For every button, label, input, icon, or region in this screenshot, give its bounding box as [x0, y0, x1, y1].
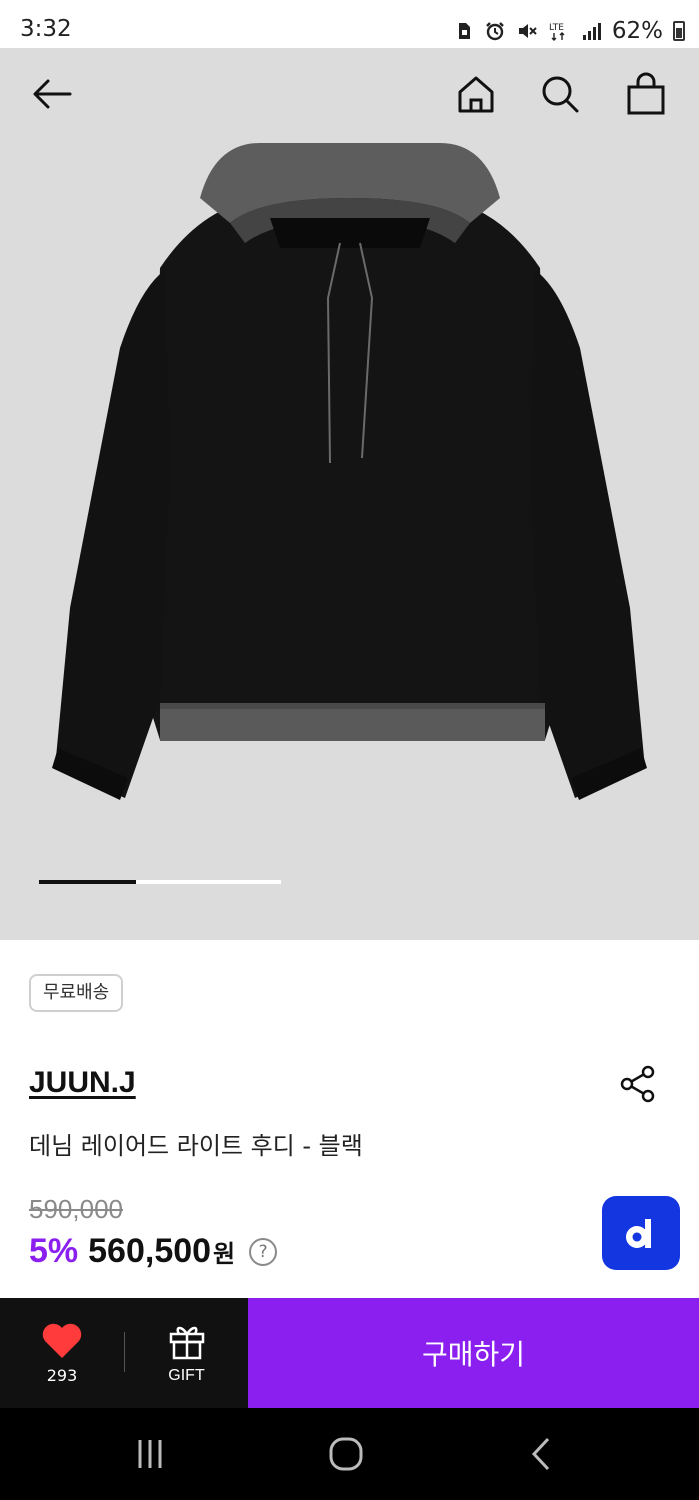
like-button[interactable]: 293: [0, 1298, 124, 1408]
lte-icon: LTE: [549, 23, 565, 41]
search-icon: [542, 76, 579, 113]
sale-price: 560,500: [88, 1232, 212, 1270]
shopping-bag-icon: [627, 72, 665, 115]
recents-icon: [138, 1440, 162, 1468]
alarm-icon: [486, 22, 504, 41]
top-nav: [0, 48, 699, 142]
home-icon: [458, 76, 494, 113]
mute-icon: [518, 24, 537, 38]
product-info: 무료배송 JUUN.J 데님 레이어드 라이트 후디 - 블랙 590,000 …: [0, 940, 699, 1298]
battery-percent: 62%: [611, 18, 663, 44]
system-nav-bar: [0, 1408, 699, 1500]
battery-icon: [673, 21, 685, 41]
gift-button[interactable]: GIFT: [125, 1298, 248, 1408]
product-gallery[interactable]: [0, 48, 699, 940]
status-icons: LTE 62%: [452, 16, 685, 46]
product-title: 데님 레이어드 라이트 후디 - 블랙: [29, 1132, 363, 1160]
status-bar: 3:32 LTE 62%: [0, 0, 699, 48]
gallery-progress: [39, 880, 281, 884]
back-system-button[interactable]: [518, 1432, 566, 1476]
gift-label: GIFT: [168, 1367, 205, 1384]
back-chevron-icon: [531, 1437, 550, 1471]
d-floating-button[interactable]: [602, 1196, 680, 1270]
price-row: 5% 560,500 원 ?: [29, 1232, 278, 1271]
home-button[interactable]: [452, 70, 500, 118]
cart-button[interactable]: [622, 70, 670, 118]
currency-label: 원: [213, 1240, 236, 1268]
recents-button[interactable]: [126, 1432, 174, 1476]
brand-link[interactable]: JUUN.J: [29, 1066, 136, 1100]
d-logo-icon: [626, 1219, 651, 1248]
status-time: 3:32: [20, 16, 72, 42]
action-bar: 293 GIFT 구매하기: [0, 1298, 699, 1408]
back-button[interactable]: [28, 70, 76, 118]
price-help-icon[interactable]: ?: [249, 1237, 278, 1266]
search-button[interactable]: [536, 70, 584, 118]
original-price: 590,000: [29, 1194, 123, 1224]
signal-icon: [582, 23, 601, 40]
product-image[interactable]: [0, 48, 699, 940]
share-button[interactable]: [618, 1064, 658, 1104]
buy-button[interactable]: 구매하기: [248, 1298, 699, 1408]
gallery-progress-fill: [39, 880, 136, 884]
back-arrow-icon: [33, 79, 72, 109]
home-circle-icon: [329, 1437, 363, 1471]
gift-icon: [169, 1326, 204, 1360]
discount-rate: 5%: [29, 1232, 79, 1270]
free-shipping-badge: 무료배송: [29, 974, 124, 1012]
sim-card-icon: [458, 23, 470, 39]
lte-label: LTE: [549, 23, 564, 33]
share-icon: [620, 1065, 655, 1103]
home-system-button[interactable]: [322, 1432, 370, 1476]
like-count: 293: [46, 1365, 78, 1385]
heart-icon: [42, 1323, 82, 1358]
